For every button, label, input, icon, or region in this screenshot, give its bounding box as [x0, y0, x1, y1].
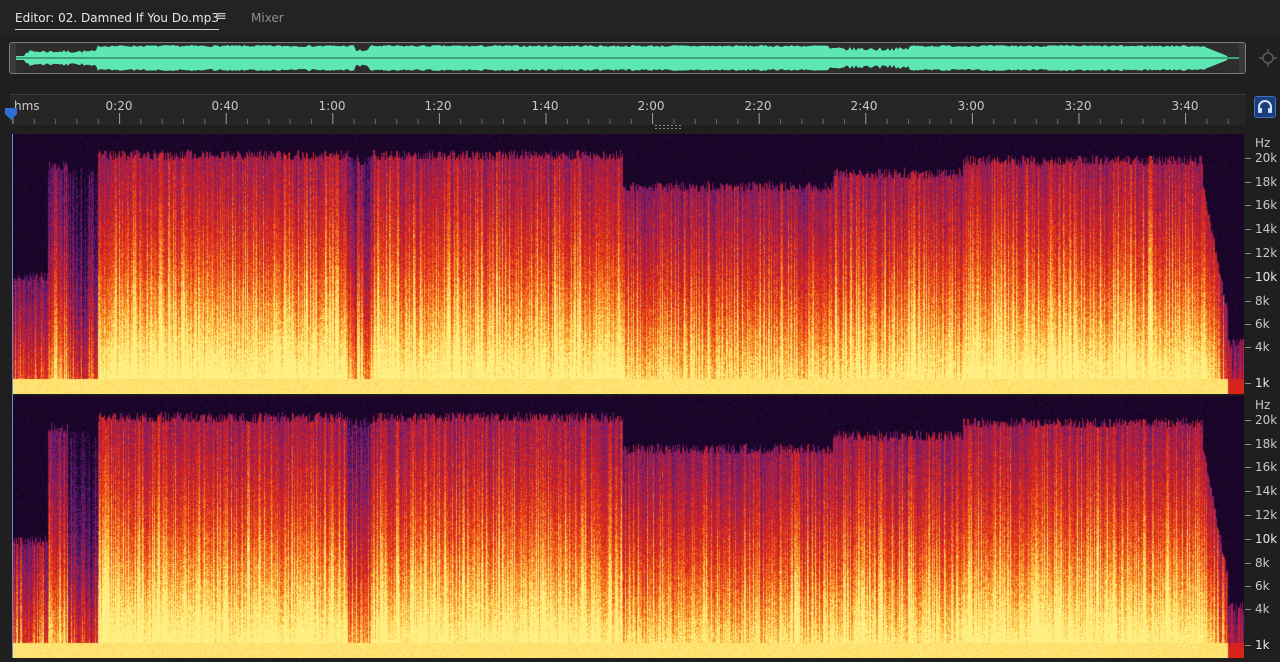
frequency-tick: [1245, 158, 1251, 159]
panel-menu-icon[interactable]: ≡: [216, 9, 227, 24]
frequency-tick: [1245, 515, 1251, 516]
time-tick-label: 2:00: [637, 99, 665, 113]
time-tick-label: 3:00: [957, 99, 985, 113]
playhead-marker-icon[interactable]: [4, 107, 18, 121]
frequency-label: 4k: [1255, 340, 1270, 354]
frequency-label: 16k: [1255, 460, 1278, 474]
overview-waveform-graphic: [10, 43, 1245, 73]
frequency-label: 6k: [1255, 579, 1270, 593]
frequency-tick: [1245, 645, 1251, 646]
frequency-label: 12k: [1255, 508, 1278, 522]
frequency-tick: [1245, 253, 1251, 254]
frequency-label: 14k: [1255, 484, 1278, 498]
headphones-icon: [1258, 100, 1272, 113]
frequency-label: 4k: [1255, 602, 1270, 616]
frequency-label: 8k: [1255, 294, 1270, 308]
frequency-ruler-left[interactable]: Hz 20k 18k 16k 14k 12k 10k 8k 6k 4k 1k: [1244, 134, 1280, 394]
time-tick-label: 2:40: [850, 99, 878, 113]
time-tick-label: 2:20: [744, 99, 772, 113]
frequency-tick: [1245, 563, 1251, 564]
frequency-unit: Hz: [1255, 398, 1271, 412]
splitter-grip[interactable]: [655, 125, 683, 129]
frequency-tick: [1245, 467, 1251, 468]
time-tick-label: 1:00: [318, 99, 346, 113]
frequency-tick: [1245, 324, 1251, 325]
frequency-label: 18k: [1255, 175, 1278, 189]
frequency-label: 10k: [1255, 532, 1278, 546]
frequency-label: 18k: [1255, 437, 1278, 451]
spectral-display-right-channel[interactable]: [13, 396, 1244, 658]
frequency-label: 12k: [1255, 246, 1278, 260]
frequency-label: 6k: [1255, 317, 1270, 331]
time-tick-label: 3:20: [1064, 99, 1092, 113]
frequency-tick: [1245, 182, 1251, 183]
frequency-label: 10k: [1255, 270, 1278, 284]
frequency-tick: [1245, 539, 1251, 540]
frequency-ruler-right[interactable]: Hz 20k 18k 16k 14k 12k 10k 8k 6k 4k 1k: [1244, 396, 1280, 658]
time-ruler-ticks: [12, 113, 1229, 124]
frequency-tick: [1245, 420, 1251, 421]
frequency-tick: [1245, 444, 1251, 445]
frequency-tick: [1245, 277, 1251, 278]
monitor-toggle-button[interactable]: [1254, 96, 1276, 118]
zoom-navigator-icon[interactable]: [1258, 48, 1278, 68]
frequency-tick: [1245, 205, 1251, 206]
frequency-tick: [1245, 491, 1251, 492]
time-tick-label: 0:20: [105, 99, 133, 113]
time-tick-label: 0:40: [211, 99, 239, 113]
frequency-tick: [1245, 229, 1251, 230]
time-tick-label: 3:40: [1171, 99, 1199, 113]
time-tick-label: 1:20: [424, 99, 452, 113]
time-tick-label: 1:40: [531, 99, 559, 113]
frequency-label: 20k: [1255, 151, 1278, 165]
spectral-display-left-channel[interactable]: [13, 134, 1244, 394]
audio-editor-window: Editor: 02. Damned If You Do.mp3 ≡ Mixer…: [0, 0, 1280, 662]
spectrogram-left: [13, 134, 1244, 394]
overview-waveform[interactable]: [9, 42, 1246, 74]
frequency-tick: [1245, 347, 1251, 348]
frequency-label: 8k: [1255, 556, 1270, 570]
panel-tab-bar: Editor: 02. Damned If You Do.mp3 ≡ Mixer: [0, 0, 1280, 36]
time-ruler[interactable]: hms 0:20 0:40 1:00 1:20 1:40 2:00 2:20 2…: [10, 94, 1246, 125]
frequency-tick: [1245, 609, 1251, 610]
frequency-label: 16k: [1255, 198, 1278, 212]
playhead-cursor-line[interactable]: [12, 134, 13, 658]
frequency-unit: Hz: [1255, 136, 1271, 150]
frequency-label: 20k: [1255, 413, 1278, 427]
tab-mixer[interactable]: Mixer: [251, 10, 284, 26]
frequency-tick: [1245, 301, 1251, 302]
frequency-label: 1k: [1255, 638, 1270, 652]
tab-editor[interactable]: Editor: 02. Damned If You Do.mp3: [15, 10, 219, 30]
frequency-label: 14k: [1255, 222, 1278, 236]
spectrogram-right: [13, 396, 1244, 658]
frequency-tick: [1245, 383, 1251, 384]
frequency-label: 1k: [1255, 376, 1270, 390]
frequency-tick: [1245, 586, 1251, 587]
